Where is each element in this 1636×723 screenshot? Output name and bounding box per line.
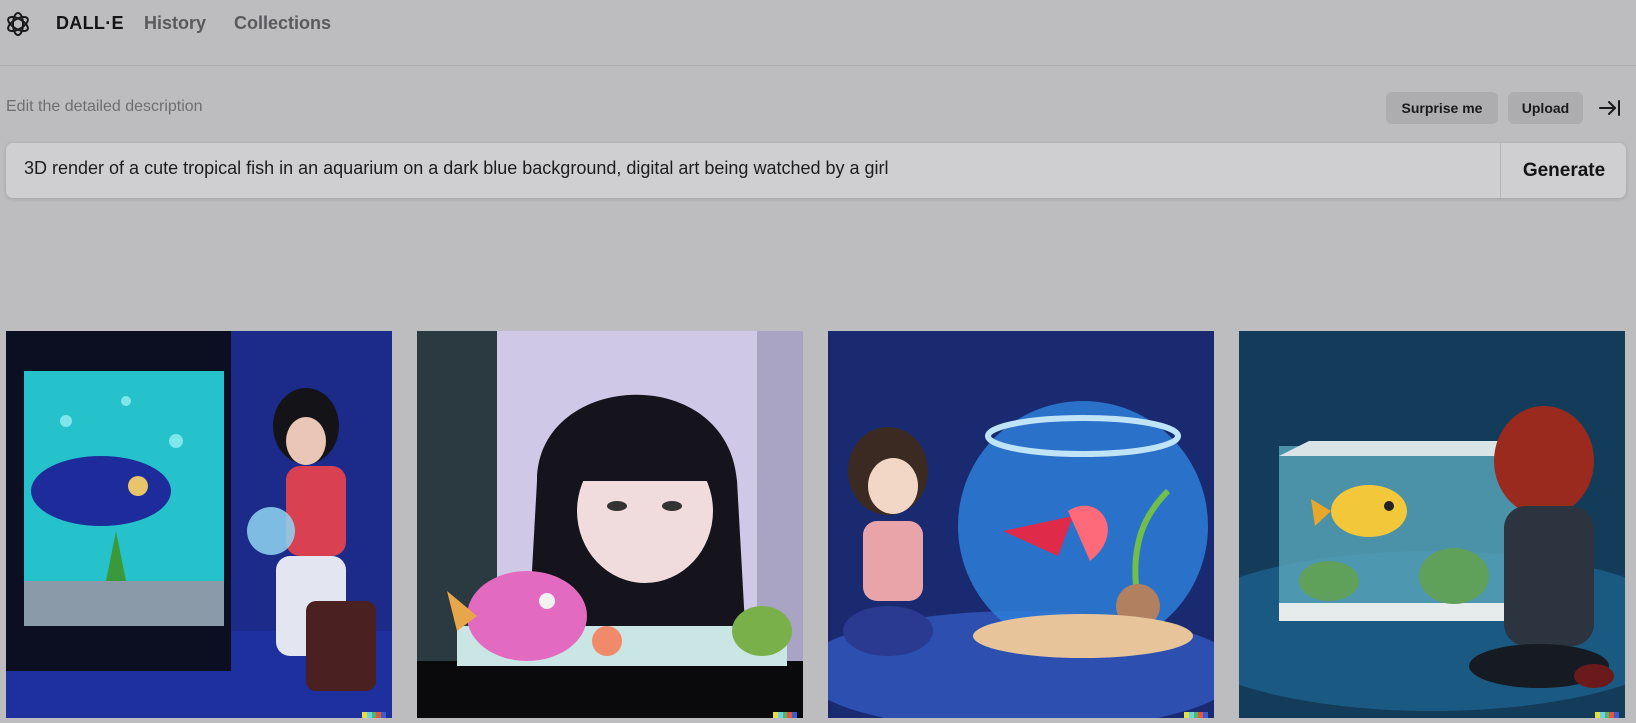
result-gallery xyxy=(0,331,1636,718)
upload-button[interactable]: Upload xyxy=(1508,92,1583,124)
prompt-input[interactable]: 3D render of a cute tropical fish in an … xyxy=(24,158,1494,179)
nav-history-link[interactable]: History xyxy=(144,13,206,34)
dalle-signature-strip xyxy=(1184,712,1208,718)
prompt-divider xyxy=(1500,143,1501,198)
result-image-1-art xyxy=(6,331,392,718)
nav-brand-dalle[interactable]: DALL·E xyxy=(56,13,124,34)
result-image-4[interactable] xyxy=(1239,331,1625,718)
result-image-2-art xyxy=(417,331,803,718)
generate-button[interactable]: Generate xyxy=(1502,143,1626,198)
dalle-signature-strip xyxy=(1595,712,1619,718)
dalle-signature-strip xyxy=(362,712,386,718)
result-image-4-art xyxy=(1239,331,1625,718)
dalle-signature-strip xyxy=(773,712,797,718)
result-image-2[interactable] xyxy=(417,331,803,718)
result-image-1[interactable] xyxy=(6,331,392,718)
surprise-me-button[interactable]: Surprise me xyxy=(1386,92,1498,124)
nav-collections-link[interactable]: Collections xyxy=(234,13,331,34)
result-image-3-art xyxy=(828,331,1214,718)
collapse-sidebar-icon[interactable] xyxy=(1598,96,1622,120)
result-image-3[interactable] xyxy=(828,331,1214,718)
prompt-box: 3D render of a cute tropical fish in an … xyxy=(6,143,1626,198)
openai-logo-icon[interactable] xyxy=(4,10,32,38)
edit-description-label: Edit the detailed description xyxy=(6,98,203,115)
top-nav-bar: DALL·E History Collections xyxy=(0,0,1636,66)
